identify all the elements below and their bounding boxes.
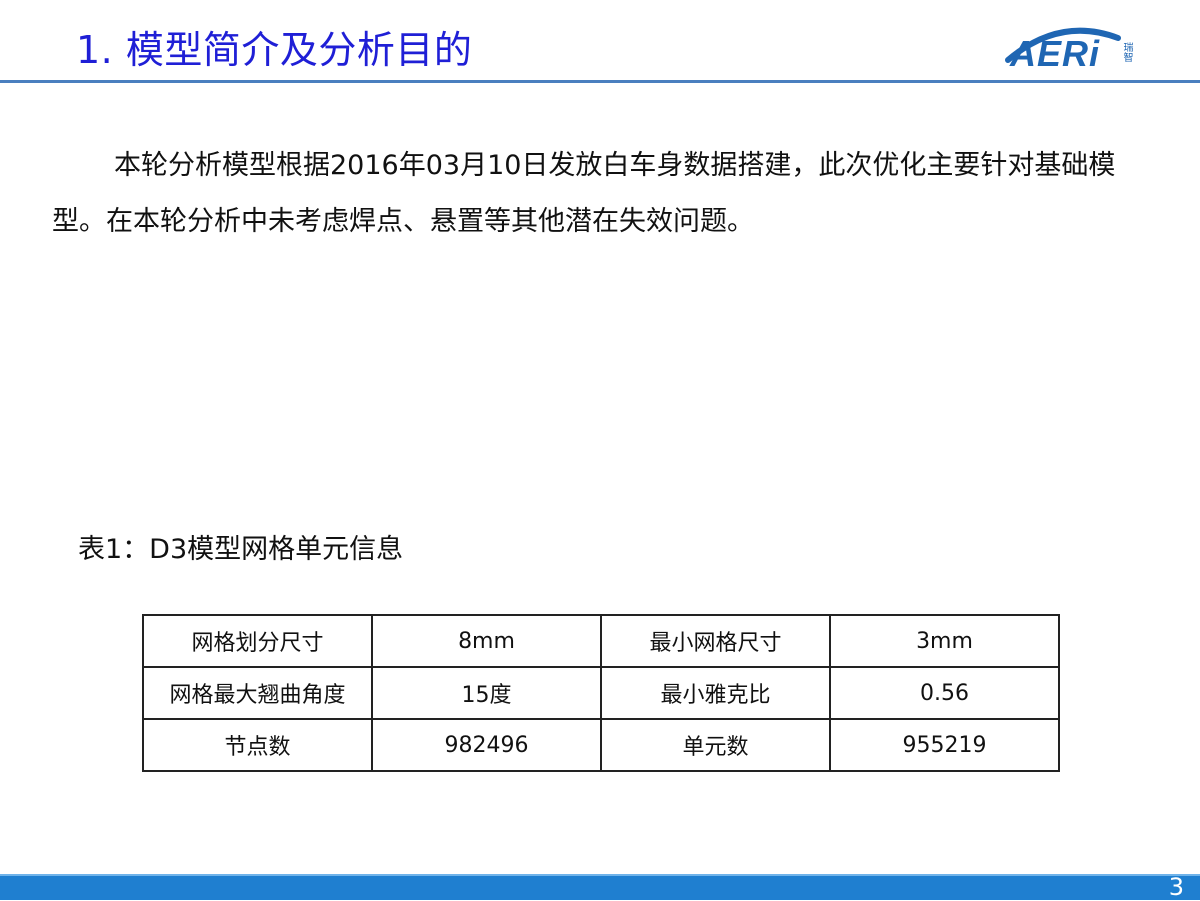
table-row: 网格最大翘曲角度 15度 最小雅克比 0.56 xyxy=(142,666,1060,720)
table-row: 节点数 982496 单元数 955219 xyxy=(142,718,1060,772)
logo-side-text: 瑞智 xyxy=(1121,42,1132,62)
table-cell: 955219 xyxy=(829,718,1060,772)
table-cell: 3mm xyxy=(829,614,1060,668)
table-cell: 节点数 xyxy=(142,718,373,772)
table-cell: 0.56 xyxy=(829,666,1060,720)
logo-wordmark: AERi xyxy=(1010,33,1101,74)
table-row: 网格划分尺寸 8mm 最小网格尺寸 3mm xyxy=(142,614,1060,668)
slide-title: 1. 模型简介及分析目的 xyxy=(76,28,473,72)
table-cell: 最小雅克比 xyxy=(600,666,831,720)
footer-bar: 3 xyxy=(0,874,1200,900)
table-caption: 表1：D3模型网格单元信息 xyxy=(78,534,404,565)
table-cell: 网格最大翘曲角度 xyxy=(142,666,373,720)
table-cell: 网格划分尺寸 xyxy=(142,614,373,668)
table-cell: 982496 xyxy=(371,718,602,772)
header-divider xyxy=(0,80,1200,83)
table-cell: 15度 xyxy=(371,666,602,720)
table-cell: 最小网格尺寸 xyxy=(600,614,831,668)
table-cell: 单元数 xyxy=(600,718,831,772)
company-logo: AERi 瑞智 xyxy=(1000,20,1140,76)
page-number: 3 xyxy=(1168,873,1184,901)
table-cell: 8mm xyxy=(371,614,602,668)
mesh-info-table: 网格划分尺寸 8mm 最小网格尺寸 3mm 网格最大翘曲角度 15度 最小雅克比… xyxy=(142,614,1060,772)
intro-paragraph: 本轮分析模型根据2016年03月10日发放白车身数据搭建，此次优化主要针对基础模… xyxy=(52,150,1116,237)
